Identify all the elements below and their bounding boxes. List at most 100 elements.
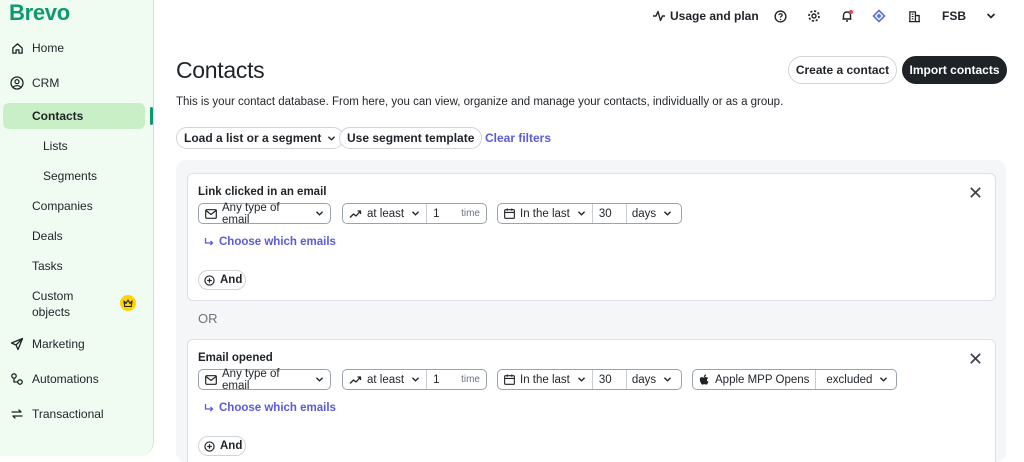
load-list-label: Load a list or a segment <box>184 131 322 145</box>
chevron-down-icon <box>411 210 420 217</box>
sidebar-item-home[interactable]: Home <box>0 35 154 61</box>
email-type-value: Any type of email <box>222 201 280 226</box>
use-segment-template-button[interactable]: Use segment template <box>339 127 483 149</box>
sidebar-item-label: Home <box>32 41 65 55</box>
return-arrow-icon <box>204 403 214 413</box>
sidebar-item-automations[interactable]: Automations <box>0 366 154 392</box>
sidebar: Brevo Home CRM Contacts Lists Segments C… <box>0 0 154 456</box>
email-type-select[interactable]: Any type of email <box>198 201 331 226</box>
apple-icon <box>699 373 710 386</box>
page-title: Contacts <box>176 57 265 83</box>
account-label: FSB <box>942 9 966 23</box>
sidebar-item-transactional[interactable]: Transactional <box>0 401 154 427</box>
mpp-label: Apple MPP Opens <box>715 373 810 386</box>
sidebar-item-label: Marketing <box>32 337 85 351</box>
trend-up-icon <box>349 375 362 385</box>
period-select[interactable]: In the last 30 days <box>497 203 682 224</box>
sidebar-item-label: Contacts <box>32 109 84 123</box>
choose-which-emails-link[interactable]: Choose which emails <box>204 236 336 248</box>
count-select[interactable]: at least 1 time <box>342 203 487 224</box>
active-indicator <box>150 107 153 125</box>
chevron-down-icon <box>327 131 336 145</box>
page-description: This is your contact database. From here… <box>176 96 784 108</box>
sidebar-item-label: CRM <box>32 76 60 90</box>
sidebar-item-marketing[interactable]: Marketing <box>0 331 154 357</box>
choose-emails-label: Choose which emails <box>219 402 336 414</box>
trend-up-icon <box>349 209 362 219</box>
load-list-or-segment-dropdown[interactable]: Load a list or a segment <box>176 127 345 149</box>
and-button[interactable]: And <box>198 436 246 456</box>
segment-template-label: Use segment template <box>347 131 475 145</box>
automation-icon <box>10 372 24 386</box>
comparator-value: at least <box>367 207 405 220</box>
usage-and-plan-button[interactable]: Usage and plan <box>652 8 759 24</box>
chevron-down-icon <box>663 376 672 383</box>
mail-icon <box>205 208 217 219</box>
crown-icon <box>120 295 136 311</box>
sidebar-item-label: Segments <box>43 169 98 183</box>
or-separator: OR <box>198 311 218 326</box>
condition-card-email-opened: Email opened <box>187 339 996 462</box>
period-number-input[interactable]: 30 <box>593 374 626 386</box>
period-unit[interactable]: days <box>627 374 656 386</box>
chevron-down-icon <box>411 376 420 383</box>
calendar-icon <box>504 374 515 385</box>
activity-icon <box>652 10 666 22</box>
chevron-down-icon <box>577 210 586 217</box>
plus-circle-icon <box>204 274 215 286</box>
building-icon[interactable] <box>906 8 922 24</box>
settings-icon[interactable] <box>806 8 822 24</box>
sidebar-item-label: Automations <box>32 372 99 386</box>
sidebar-item-lists[interactable]: Lists <box>0 133 154 159</box>
and-label: And <box>220 274 243 286</box>
chevron-down-icon <box>577 376 586 383</box>
mail-icon <box>205 374 217 385</box>
count-unit: time <box>461 208 480 219</box>
count-unit: time <box>461 374 480 385</box>
user-circle-icon <box>10 76 24 90</box>
create-contact-button[interactable]: Create a contact <box>788 56 897 84</box>
sidebar-item-companies[interactable]: Companies <box>0 193 154 219</box>
brevo-logo[interactable]: Brevo <box>9 0 70 26</box>
comparator-value: at least <box>367 373 405 386</box>
notification-icon[interactable] <box>839 8 855 24</box>
count-select[interactable]: at least 1 time <box>342 369 487 390</box>
transactional-icon <box>10 407 24 421</box>
period-select[interactable]: In the last 30 days <box>497 369 682 390</box>
sidebar-item-crm[interactable]: CRM <box>0 70 154 96</box>
choose-emails-label: Choose which emails <box>219 236 336 248</box>
condition-title: Link clicked in an email <box>198 186 327 198</box>
close-icon[interactable] <box>969 352 983 366</box>
email-type-select[interactable]: Any type of email <box>198 367 331 392</box>
and-button[interactable]: And <box>198 270 246 290</box>
clear-filters-link[interactable]: Clear filters <box>485 131 551 145</box>
sidebar-item-label: Lists <box>43 139 68 153</box>
plugin-icon[interactable] <box>871 8 887 24</box>
account-menu[interactable]: FSB <box>942 8 966 24</box>
condition-title: Email opened <box>198 352 273 364</box>
period-unit[interactable]: days <box>627 208 656 220</box>
mpp-value: excluded <box>826 373 873 386</box>
sidebar-item-contacts[interactable]: Contacts <box>3 103 145 129</box>
sidebar-item-deals[interactable]: Deals <box>0 223 154 249</box>
sidebar-item-segments[interactable]: Segments <box>0 163 154 189</box>
return-arrow-icon <box>204 237 214 247</box>
help-icon[interactable] <box>772 8 788 24</box>
choose-which-emails-link[interactable]: Choose which emails <box>204 402 336 414</box>
sidebar-item-tasks[interactable]: Tasks <box>0 253 154 279</box>
sidebar-item-label-line2: objects <box>32 305 71 319</box>
close-icon[interactable] <box>969 186 983 200</box>
chevron-down-icon <box>315 210 324 217</box>
apple-mpp-select[interactable]: Apple MPP Opens excluded <box>692 369 897 390</box>
import-contacts-button[interactable]: Import contacts <box>902 56 1007 84</box>
home-icon <box>10 41 24 55</box>
count-input[interactable]: 1 <box>427 208 439 220</box>
period-number-input[interactable]: 30 <box>593 208 626 220</box>
plus-circle-icon <box>204 440 215 452</box>
chevron-down-icon <box>879 376 888 383</box>
count-input[interactable]: 1 <box>427 374 439 386</box>
period-value: In the last <box>520 207 570 220</box>
sidebar-item-label: Transactional <box>32 407 104 421</box>
chevron-down-icon[interactable] <box>983 8 999 24</box>
email-type-value: Any type of email <box>222 367 280 392</box>
